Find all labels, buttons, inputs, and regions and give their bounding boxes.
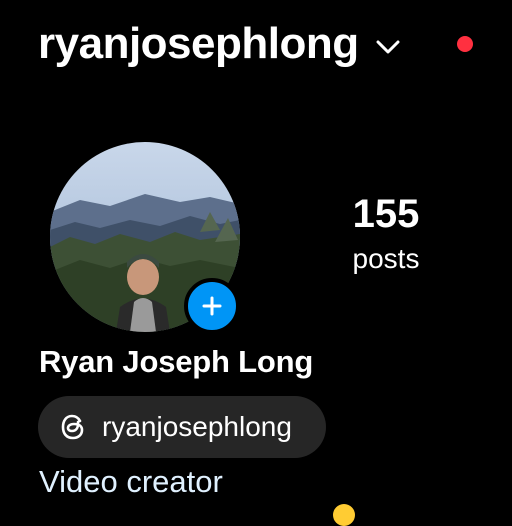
- username-title[interactable]: ryanjosephlong: [38, 22, 359, 66]
- add-story-button[interactable]: [184, 278, 240, 334]
- threads-handle: ryanjosephlong: [102, 411, 292, 442]
- threads-icon: [61, 414, 84, 440]
- plus-icon: [202, 296, 222, 316]
- posts-stat[interactable]: 155 posts: [330, 192, 442, 276]
- posts-count: 155: [352, 192, 420, 236]
- notification-dot: [457, 36, 473, 52]
- chevron-down-icon[interactable]: [375, 38, 401, 56]
- emoji-icon: [333, 504, 355, 526]
- full-name: Ryan Joseph Long: [39, 344, 314, 379]
- posts-label: posts: [352, 243, 420, 274]
- threads-link-button[interactable]: ryanjosephlong: [38, 396, 326, 458]
- bio-category: Video creator: [39, 464, 223, 499]
- profile-header: ryanjosephlong: [38, 14, 401, 74]
